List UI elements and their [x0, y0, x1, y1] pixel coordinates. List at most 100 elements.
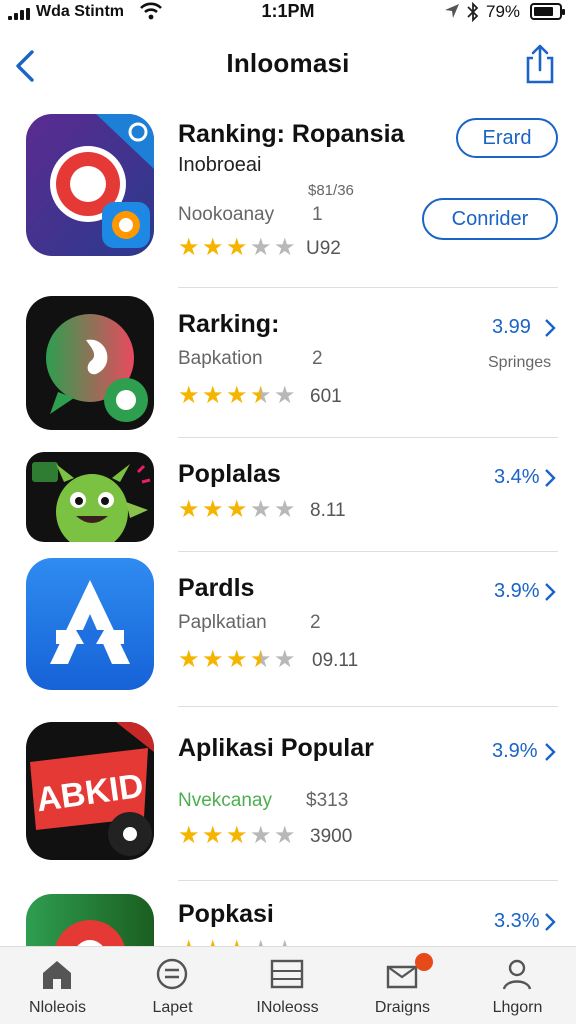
star-icon: ★ — [226, 822, 248, 849]
app-icon-ranking — [26, 114, 154, 256]
star-icon: ★ — [274, 822, 296, 849]
rating-stars: ★★★★★ — [178, 498, 298, 522]
tab-bar: Nloleois Lapet INoleoss Draigns Lhgorn — [0, 946, 576, 1024]
app-name: Poplalas — [178, 460, 281, 488]
rating-count: 601 — [310, 386, 342, 407]
chevron-right-icon[interactable] — [544, 468, 556, 488]
star-icon: ★ — [250, 382, 272, 409]
star-icon: ★ — [274, 938, 296, 947]
star-icon: ★ — [178, 822, 200, 849]
chevron-right-icon[interactable] — [544, 582, 556, 602]
rating-stars: ★★★★★ — [178, 236, 298, 260]
star-icon: ★ — [250, 938, 272, 947]
star-icon: ★ — [202, 496, 224, 523]
tab-grid[interactable]: INoleoss — [230, 947, 345, 1024]
price-note: $81/36 — [308, 182, 354, 199]
rating-count: 3900 — [310, 826, 353, 847]
erard-button[interactable]: Erard — [456, 118, 558, 158]
list-item-app-3[interactable]: Poplalas ★ ★ ★ ★ ★ 8.11 3.4% — [0, 452, 576, 548]
grid-icon — [270, 959, 304, 989]
list-item-app-1[interactable]: Ranking: Ropansia Inobroeai $81/36 Nooko… — [0, 114, 576, 286]
app-note: Springes — [488, 354, 552, 371]
tab-home[interactable]: Nloleois — [0, 947, 115, 1024]
tab-label: Lhgorn — [492, 999, 543, 1016]
list-item-app-5[interactable]: ABKID Aplikasi Popular Nvekcanay $313 ★ ★… — [0, 722, 576, 872]
divider — [178, 287, 558, 288]
category-label: Bapkation — [178, 348, 263, 369]
star-icon: ★ — [202, 938, 224, 947]
star-icon: ★ — [226, 382, 248, 409]
app-name: Popkasi — [178, 900, 274, 928]
app-category: Nvekcanay $313 — [178, 790, 348, 812]
app-icon-pardls — [26, 558, 154, 690]
star-icon: ★ — [250, 496, 272, 523]
tab-label: Nloleois — [29, 999, 86, 1016]
rating-count: U92 — [306, 238, 341, 259]
rating-stars: ★★★★★ — [178, 648, 298, 672]
app-icon-rarking — [26, 296, 154, 430]
star-icon: ★ — [226, 234, 248, 261]
navigation-bar: Inloomasi — [0, 36, 576, 96]
category-count: 1 — [312, 204, 323, 225]
star-icon: ★ — [250, 646, 272, 673]
chevron-right-icon[interactable] — [544, 912, 556, 932]
app-price[interactable]: 3.99 — [492, 316, 531, 339]
category-count: $313 — [306, 790, 349, 811]
app-category: Paplkatian 2 — [178, 612, 321, 634]
share-icon[interactable] — [520, 42, 560, 86]
rating-stars: ★★★★★ — [178, 824, 298, 848]
app-category: Bapkation 2 — [178, 348, 323, 370]
app-price[interactable]: 3.4% — [494, 466, 540, 489]
star-icon: ★ — [274, 646, 296, 673]
star-icon: ★ — [202, 822, 224, 849]
list-item-app-6[interactable]: Popkasi ★★★★★ 3.3% — [0, 894, 576, 946]
tab-label: Draigns — [374, 999, 431, 1016]
list-item-app-2[interactable]: Rarking: Bapkation 2 ★ ★ ★ ★ ★ 601 3.99 Spri… — [0, 296, 576, 436]
app-name: Ranking: Ropansia — [178, 120, 405, 148]
app-name: Rarking: — [178, 310, 280, 338]
status-bar: Wda Stintm 1:1PM 79% — [0, 0, 576, 26]
app-name: Aplikasi Popular — [178, 734, 374, 762]
page-title: Inloomasi — [226, 48, 350, 78]
star-icon: ★ — [178, 646, 200, 673]
tab-profile[interactable]: Lhgorn — [460, 947, 575, 1024]
star-icon: ★ — [250, 822, 272, 849]
star-icon: ★ — [226, 646, 248, 673]
category-label: Paplkatian — [178, 612, 267, 633]
category-count: 2 — [310, 612, 321, 633]
app-price[interactable]: 3.9% — [492, 740, 538, 763]
star-icon: ★ — [274, 234, 296, 261]
chevron-right-icon[interactable] — [544, 742, 556, 762]
home-icon — [43, 961, 71, 989]
app-price[interactable]: 3.9% — [494, 580, 540, 603]
tab-list[interactable]: Lapet — [115, 947, 230, 1024]
star-icon: ★ — [274, 382, 296, 409]
app-name: Pardls — [178, 574, 255, 602]
star-icon: ★ — [178, 938, 200, 947]
tab-inbox[interactable]: Draigns — [345, 947, 460, 1024]
rating-stars: ★★★★★ — [178, 938, 298, 947]
star-icon: ★ — [226, 938, 248, 947]
app-price[interactable]: 3.3% — [494, 910, 540, 933]
star-icon: ★ — [274, 496, 296, 523]
tab-label: INoleoss — [256, 999, 319, 1016]
battery-percent: 79% — [486, 2, 521, 21]
list-item-app-4[interactable]: Pardls Paplkatian 2 ★ ★ ★ ★ ★ 09.11 3.9% — [0, 558, 576, 698]
conrider-button[interactable]: Conrider — [422, 198, 558, 240]
app-icon-aplikasi-popular: ABKID — [26, 722, 154, 860]
star-icon: ★ — [202, 646, 224, 673]
notification-badge — [415, 953, 433, 971]
category-label: Nvekcanay — [178, 790, 272, 811]
category-label: Nookoanay — [178, 204, 275, 225]
divider — [178, 437, 558, 438]
chevron-right-icon[interactable] — [544, 318, 556, 338]
app-category: Nookoanay 1 — [178, 204, 323, 226]
category-count: 2 — [312, 348, 323, 369]
location-icon — [445, 4, 459, 18]
divider — [178, 706, 558, 707]
app-icon-poplalas — [26, 452, 154, 542]
battery-icon — [530, 3, 565, 20]
list-icon — [156, 958, 188, 990]
person-icon — [502, 959, 532, 990]
tab-label: Lapet — [152, 999, 193, 1016]
